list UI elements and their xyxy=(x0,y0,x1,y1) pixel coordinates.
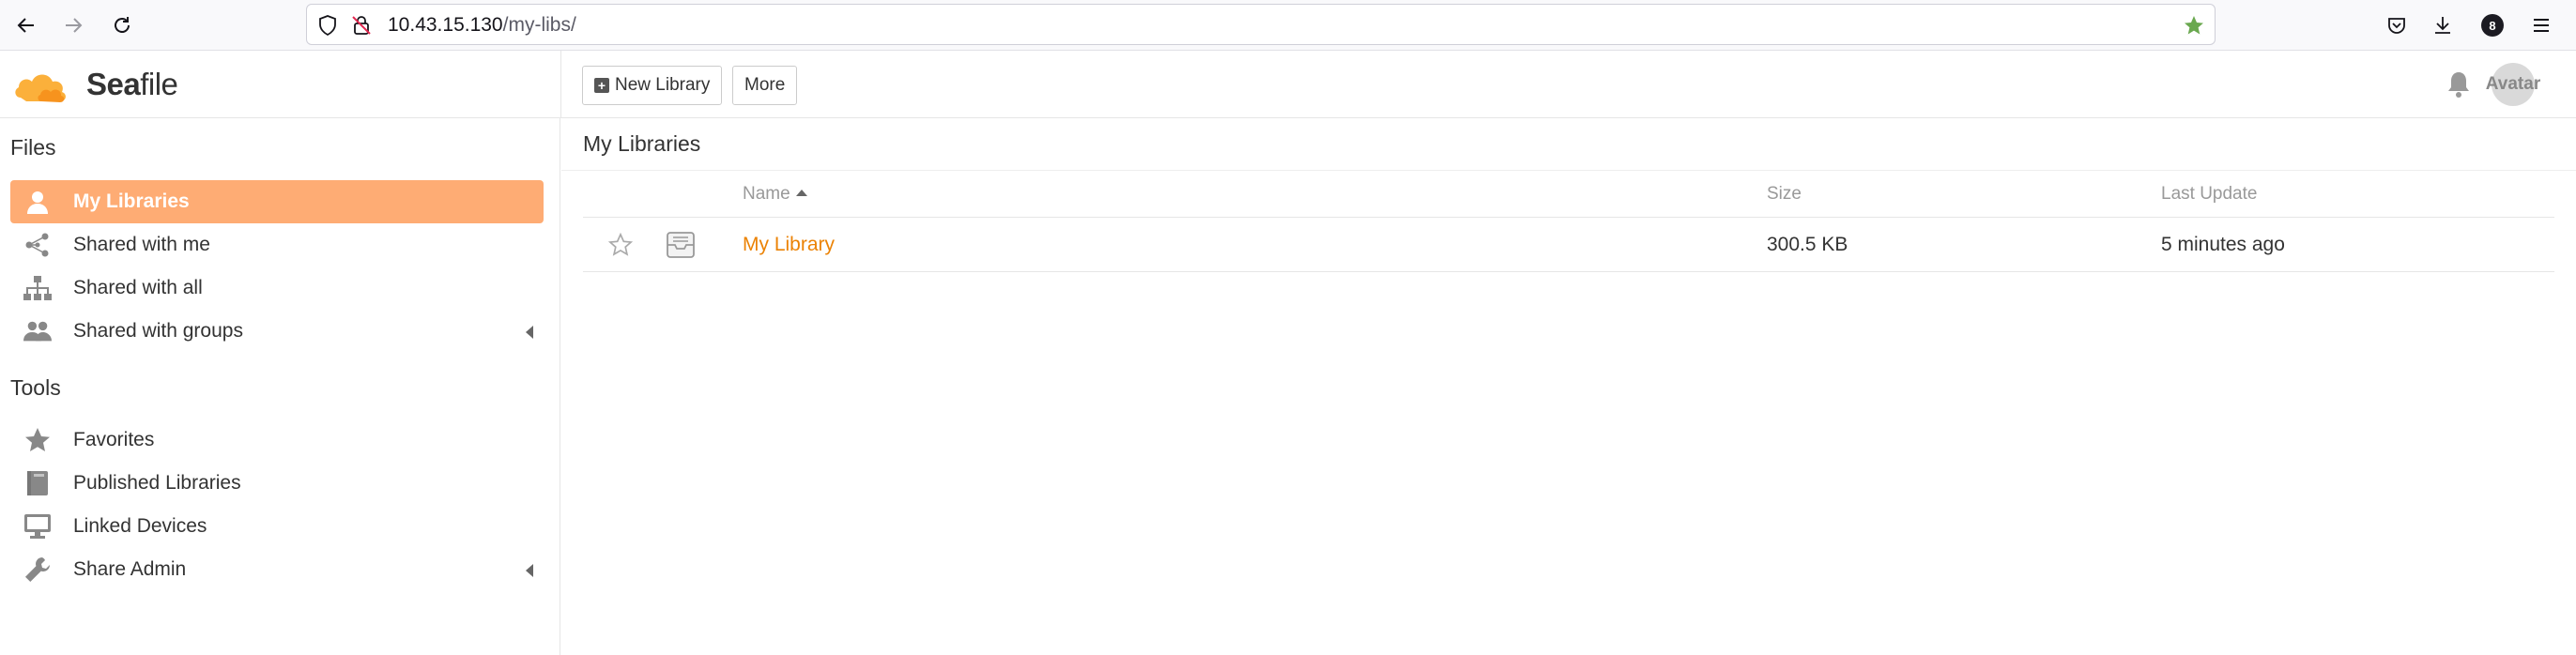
seafile-logo[interactable]: Seafile xyxy=(13,60,178,109)
sidebar-item-linked-devices[interactable]: Linked Devices xyxy=(10,505,544,548)
table-header: Name Size Last Update xyxy=(583,171,2554,218)
sidebar-item-share-admin[interactable]: Share Admin xyxy=(10,548,544,591)
main-content: My Libraries Name Size Last Update My Li… xyxy=(561,118,2576,655)
download-icon xyxy=(2435,17,2450,34)
libraries-table: Name Size Last Update My Library 300.5 K… xyxy=(583,171,2554,272)
shield-icon xyxy=(319,15,336,37)
app-header: Seafile + New Library More Avatar xyxy=(0,51,2576,118)
sidebar-item-shared-with-groups[interactable]: Shared with groups xyxy=(10,310,544,353)
menu-button[interactable] xyxy=(2527,11,2555,39)
library-icon xyxy=(667,232,695,258)
new-library-button[interactable]: + New Library xyxy=(582,66,723,105)
column-header-last-update: Last Update xyxy=(2161,184,2258,204)
sidebar-item-label: Favorites xyxy=(73,429,155,450)
library-name-link[interactable]: My Library xyxy=(743,234,835,256)
back-button[interactable] xyxy=(9,8,43,42)
more-button[interactable]: More xyxy=(732,66,798,105)
reload-button[interactable] xyxy=(105,8,139,42)
browser-toolbar: 10.43.15.130/my-libs/ 8 xyxy=(0,0,2576,51)
pocket-button[interactable] xyxy=(2383,11,2411,39)
sidebar-item-my-libraries[interactable]: My Libraries xyxy=(10,180,544,223)
book-icon xyxy=(23,470,52,496)
user-icon xyxy=(23,189,52,215)
sidebar-item-shared-with-me[interactable]: Shared with me xyxy=(10,223,544,267)
forward-arrow-icon xyxy=(66,18,83,33)
star-icon xyxy=(23,427,52,453)
forward-button[interactable] xyxy=(56,8,90,42)
star-outline-icon[interactable] xyxy=(608,233,633,257)
new-library-label: New Library xyxy=(615,75,711,95)
bookmark-star-icon[interactable] xyxy=(2183,14,2205,37)
downloads-button[interactable] xyxy=(2429,11,2457,39)
sidebar: Files My Libraries Shared with me Shared… xyxy=(0,118,560,655)
sidebar-item-shared-with-all[interactable]: Shared with all xyxy=(10,267,544,310)
url-host: 10.43.15.130 xyxy=(388,14,503,36)
share-icon xyxy=(23,232,52,258)
pocket-icon xyxy=(2388,18,2405,34)
logo-text: Seafile xyxy=(86,67,178,101)
sidebar-item-published-libraries[interactable]: Published Libraries xyxy=(10,462,544,505)
sidebar-item-label: Published Libraries xyxy=(73,472,241,494)
sidebar-item-label: Shared with all xyxy=(73,277,203,298)
monitor-icon xyxy=(23,513,52,540)
sidebar-item-favorites[interactable]: Favorites xyxy=(10,419,544,462)
column-header-size: Size xyxy=(1767,184,1802,204)
sidebar-item-label: Linked Devices xyxy=(73,515,207,537)
sort-up-icon xyxy=(795,190,807,196)
library-last-update: 5 minutes ago xyxy=(2161,234,2285,255)
plus-icon: + xyxy=(594,78,609,93)
url-text: 10.43.15.130/my-libs/ xyxy=(388,14,576,37)
expand-caret-icon[interactable] xyxy=(526,326,533,339)
avatar[interactable]: Avatar xyxy=(2486,63,2540,106)
url-bar[interactable]: 10.43.15.130/my-libs/ xyxy=(306,4,2216,45)
header-divider xyxy=(560,51,561,118)
url-path: /my-libs/ xyxy=(502,14,576,36)
files-section-title: Files xyxy=(10,135,56,160)
notification-badge: 8 xyxy=(2481,14,2504,37)
group-icon xyxy=(23,318,52,344)
main-title-bar: My Libraries xyxy=(561,118,2576,171)
reload-icon xyxy=(115,17,130,33)
column-header-name[interactable]: Name xyxy=(743,184,807,205)
extensions-button[interactable]: 8 xyxy=(2478,11,2507,39)
more-label: More xyxy=(744,75,786,95)
page-title: My Libraries xyxy=(583,131,701,156)
sidebar-item-label: Shared with groups xyxy=(73,320,243,342)
sidebar-item-label: Share Admin xyxy=(73,558,187,580)
table-row[interactable]: My Library 300.5 KB 5 minutes ago xyxy=(583,218,2554,272)
bell-icon[interactable] xyxy=(2445,69,2473,99)
org-icon xyxy=(23,275,52,301)
cloud-logo-icon xyxy=(15,74,66,102)
back-arrow-icon xyxy=(17,18,34,33)
expand-caret-icon[interactable] xyxy=(526,564,533,577)
sidebar-item-label: My Libraries xyxy=(73,190,190,212)
hamburger-icon xyxy=(2534,19,2549,32)
tools-section-title: Tools xyxy=(10,375,61,400)
insecure-lock-icon xyxy=(352,16,371,35)
wrench-icon xyxy=(23,556,52,583)
sidebar-item-label: Shared with me xyxy=(73,234,210,255)
library-size: 300.5 KB xyxy=(1767,234,1848,255)
